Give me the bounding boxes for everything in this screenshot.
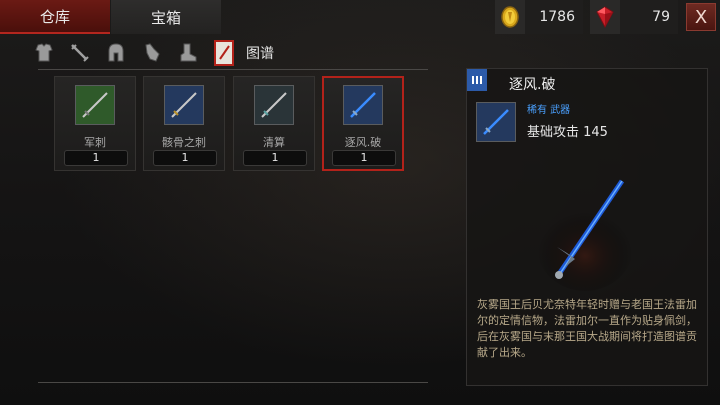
item-card-army-bayonet[interactable]: 军刺 1 <box>54 76 136 171</box>
gem-amount: 79 <box>652 9 670 25</box>
detail-attack: 基础攻击 145 <box>527 125 608 140</box>
item-name: 骸骨之刺 <box>162 136 206 149</box>
ruby-gem-icon <box>590 0 620 34</box>
top-bar: 仓库 宝箱 1786 79 X <box>0 0 720 34</box>
sword-icon <box>343 85 383 125</box>
item-card-reckoning[interactable]: 清算 1 <box>233 76 315 171</box>
bottom-divider <box>38 382 428 383</box>
close-button[interactable]: X <box>686 3 716 31</box>
detail-description: 灰雾国王后贝尤奈特年轻时赠与老国王法雷加尔的定情信物，法雷加尔一直作为贴身佩剑，… <box>477 298 697 359</box>
item-card-bone-thorn[interactable]: 骸骨之刺 1 <box>143 76 225 171</box>
sword-icon <box>75 85 115 125</box>
boot-icon[interactable] <box>170 38 206 68</box>
swords-icon[interactable] <box>62 38 98 68</box>
item-count: 1 <box>153 150 217 166</box>
item-name: 军刺 <box>84 136 106 149</box>
gold-coin-icon <box>495 0 525 34</box>
gem-counter[interactable]: 79 <box>590 0 678 34</box>
detail-title: 逐风.破 <box>509 77 556 93</box>
top-divider <box>38 69 428 70</box>
helmet-icon[interactable] <box>98 38 134 68</box>
item-card-wind-chaser[interactable]: 逐风.破 1 <box>322 76 404 171</box>
rarity-badge-icon <box>467 69 487 91</box>
sword-artwork <box>527 169 667 299</box>
sword-icon <box>476 102 516 142</box>
category-filter-bar: 图谱 <box>26 38 274 68</box>
sword-icon <box>254 85 294 125</box>
item-count: 1 <box>332 150 396 166</box>
sword-icon <box>164 85 204 125</box>
category-active-label: 图谱 <box>246 46 274 62</box>
tab-chest[interactable]: 宝箱 <box>111 0 221 34</box>
item-detail-panel: 逐风.破 稀有 武器 基础攻击 145 灰雾国王后贝尤奈特年轻时赠与老国王法雷加… <box>466 68 708 386</box>
glove-icon[interactable] <box>134 38 170 68</box>
armor-icon[interactable] <box>26 38 62 68</box>
item-count: 1 <box>243 150 307 166</box>
recipe-book-icon[interactable] <box>206 38 242 68</box>
item-count: 1 <box>64 150 128 166</box>
detail-rarity: 稀有 武器 <box>527 105 571 116</box>
item-name: 逐风.破 <box>344 136 382 149</box>
tab-warehouse[interactable]: 仓库 <box>0 0 110 34</box>
item-name: 清算 <box>263 136 285 149</box>
gold-counter[interactable]: 1786 <box>495 0 583 34</box>
gold-amount: 1786 <box>539 9 575 25</box>
